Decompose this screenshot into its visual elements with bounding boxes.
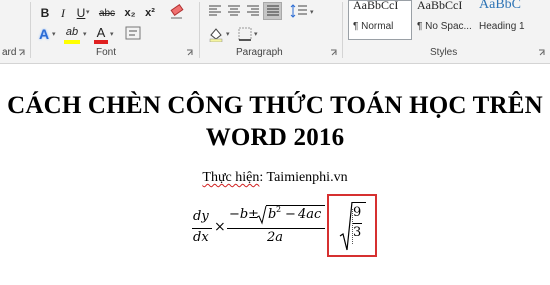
ribbon: ard B I U ▾ abc x₂ x² A ▾ ab ▾ A ▾ Font bbox=[0, 0, 550, 64]
style-name-label: ¶ No Spac... bbox=[417, 21, 472, 32]
numerator-minus-b: −b bbox=[229, 207, 249, 222]
clipboard-group-label: ard bbox=[2, 47, 17, 58]
change-case-icon[interactable] bbox=[125, 25, 143, 41]
times-sign: × bbox=[214, 219, 226, 235]
separator bbox=[342, 2, 343, 58]
text-effects-button[interactable]: A bbox=[36, 25, 52, 43]
byline-separator: : bbox=[259, 170, 267, 185]
font-launcher-icon[interactable] bbox=[186, 49, 194, 57]
chevron-down-icon[interactable]: ▾ bbox=[310, 8, 314, 16]
separator bbox=[30, 2, 31, 58]
chevron-down-icon[interactable]: ▾ bbox=[226, 30, 230, 38]
shading-icon[interactable] bbox=[208, 26, 224, 42]
superscript-button[interactable]: x² bbox=[142, 4, 158, 22]
clipboard-launcher-icon[interactable] bbox=[18, 49, 26, 57]
font-color-button[interactable]: A bbox=[94, 23, 108, 41]
chevron-down-icon[interactable]: ▾ bbox=[254, 30, 258, 38]
fraction-numerator-dy: dy bbox=[193, 209, 209, 224]
style-heading-1[interactable]: AaBbC Heading 1 bbox=[474, 0, 538, 40]
minus-sign: − bbox=[285, 207, 296, 222]
highlight-button[interactable]: ab bbox=[62, 23, 82, 41]
font-group-label: Font bbox=[96, 47, 117, 58]
line-spacing-icon[interactable] bbox=[290, 4, 308, 18]
justify-icon bbox=[267, 5, 279, 16]
clear-formatting-icon[interactable] bbox=[168, 3, 186, 21]
style-name-label: ¶ Normal bbox=[353, 21, 394, 32]
radical-bar bbox=[266, 205, 325, 206]
paragraph-launcher-icon[interactable] bbox=[330, 49, 338, 57]
style-no-spacing[interactable]: AaBbCcI ¶ No Spac... bbox=[412, 0, 474, 40]
italic-button[interactable]: I bbox=[56, 4, 70, 22]
style-sample-text: AaBbC bbox=[479, 0, 521, 12]
document-title-line-2: WORD 2016 bbox=[205, 124, 345, 151]
style-sample-text: AaBbCcI bbox=[417, 0, 463, 12]
fraction-bar bbox=[227, 228, 325, 229]
align-right-icon[interactable] bbox=[246, 5, 260, 17]
bold-button[interactable]: B bbox=[38, 4, 52, 22]
style-sample-text: AaBbCcI bbox=[353, 0, 399, 12]
fraction-denominator-dx: dx bbox=[193, 230, 209, 245]
square-root-sign bbox=[257, 205, 267, 225]
byline-site: Taimienphi.vn bbox=[266, 170, 348, 185]
highlight-box bbox=[327, 194, 377, 257]
style-name-label: Heading 1 bbox=[479, 21, 525, 32]
strikethrough-button[interactable]: abc bbox=[96, 4, 118, 22]
chevron-down-icon[interactable]: ▾ bbox=[83, 30, 87, 38]
chevron-down-icon[interactable]: ▾ bbox=[110, 30, 114, 38]
fraction-bar bbox=[192, 228, 212, 229]
justify-button[interactable] bbox=[263, 2, 282, 20]
align-left-icon[interactable] bbox=[208, 5, 222, 17]
borders-icon[interactable] bbox=[238, 27, 252, 41]
subscript-button[interactable]: x₂ bbox=[122, 4, 138, 22]
term-4ac: 4ac bbox=[298, 207, 322, 222]
byline-label: Thực hiện bbox=[202, 170, 260, 185]
highlight-color-bar bbox=[64, 40, 80, 44]
denominator-2a: 2a bbox=[267, 230, 284, 245]
document-title-line-1: CÁCH CHÈN CÔNG THỨC TOÁN HỌC TRÊN bbox=[7, 92, 543, 119]
exponent-2: 2 bbox=[276, 205, 282, 214]
paragraph-group-label: Paragraph bbox=[236, 47, 283, 58]
styles-launcher-icon[interactable] bbox=[538, 49, 546, 57]
separator bbox=[199, 2, 200, 58]
align-center-icon[interactable] bbox=[227, 5, 241, 17]
byline: Thực hiện: Taimienphi.vn bbox=[0, 170, 550, 186]
chevron-down-icon[interactable]: ▾ bbox=[52, 30, 56, 38]
chevron-down-icon[interactable]: ▾ bbox=[86, 8, 90, 16]
styles-group-label: Styles bbox=[430, 47, 458, 58]
style-normal[interactable]: AaBbCcI ¶ Normal bbox=[348, 0, 412, 40]
font-color-bar bbox=[94, 40, 108, 44]
